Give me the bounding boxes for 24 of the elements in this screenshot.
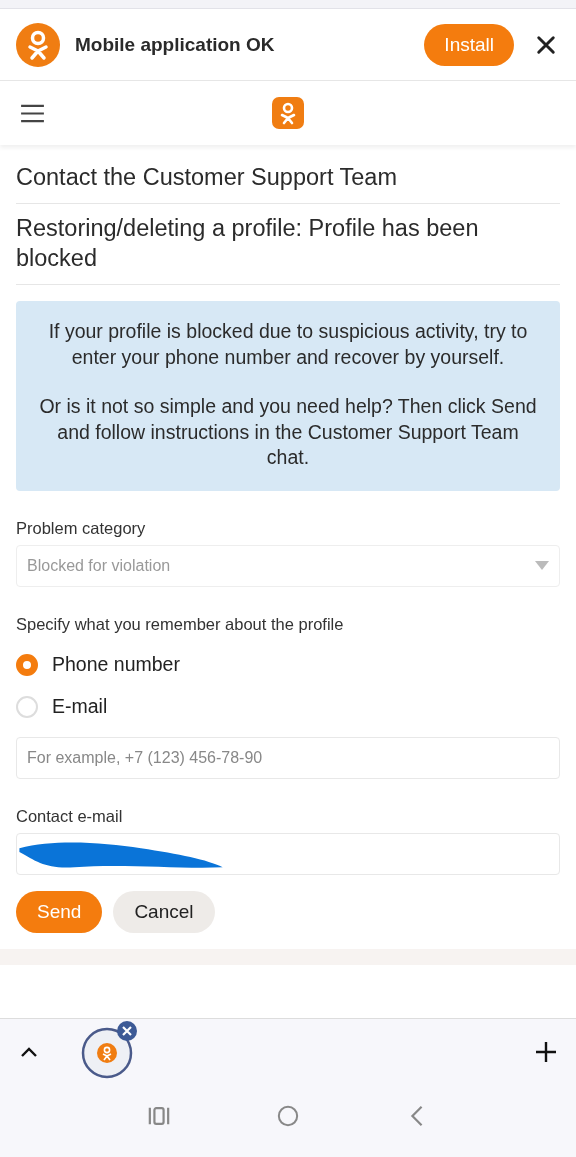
info-text: If your profile is blocked due to suspicious activity, try to enter your phone number and recover by yourself. (47, 319, 529, 370)
radio-button[interactable] (16, 653, 38, 676)
cancel-button[interactable]: Cancel (113, 890, 215, 933)
radio-label[interactable]: E-mail (52, 695, 108, 718)
field-label: Contact e-mail (16, 806, 124, 826)
field-label: Specify what you remember about the profile (16, 614, 345, 634)
breadcrumb-link[interactable]: Contact the Customer Support Team (16, 153, 560, 204)
tab-thumbnail-icon[interactable] (81, 1021, 139, 1079)
banner-title: Mobile application OK (75, 33, 276, 56)
home-icon[interactable] (277, 1105, 299, 1127)
field-label: Problem category (16, 518, 147, 538)
info-text: Or is it not so simple and you need help? Then click Send and follow instructions in the Customer Support Team chat. (38, 394, 538, 470)
app-logo-icon (16, 22, 60, 67)
recent-apps-icon[interactable] (148, 1105, 171, 1127)
phone-input[interactable]: For example, +7 (123) 456-78-90 (16, 736, 560, 779)
close-icon[interactable] (536, 34, 556, 55)
dropdown-arrow-icon (535, 561, 549, 570)
breadcrumb-link[interactable]: Restoring/deleting a profile: Profile has been blocked (16, 204, 560, 285)
menu-icon[interactable] (20, 103, 45, 123)
site-logo-icon[interactable] (272, 97, 304, 129)
radio-label[interactable]: Phone number (52, 653, 180, 676)
chevron-up-icon[interactable] (20, 1046, 38, 1058)
new-tab-icon[interactable] (536, 1042, 556, 1062)
email-input[interactable] (16, 832, 560, 875)
